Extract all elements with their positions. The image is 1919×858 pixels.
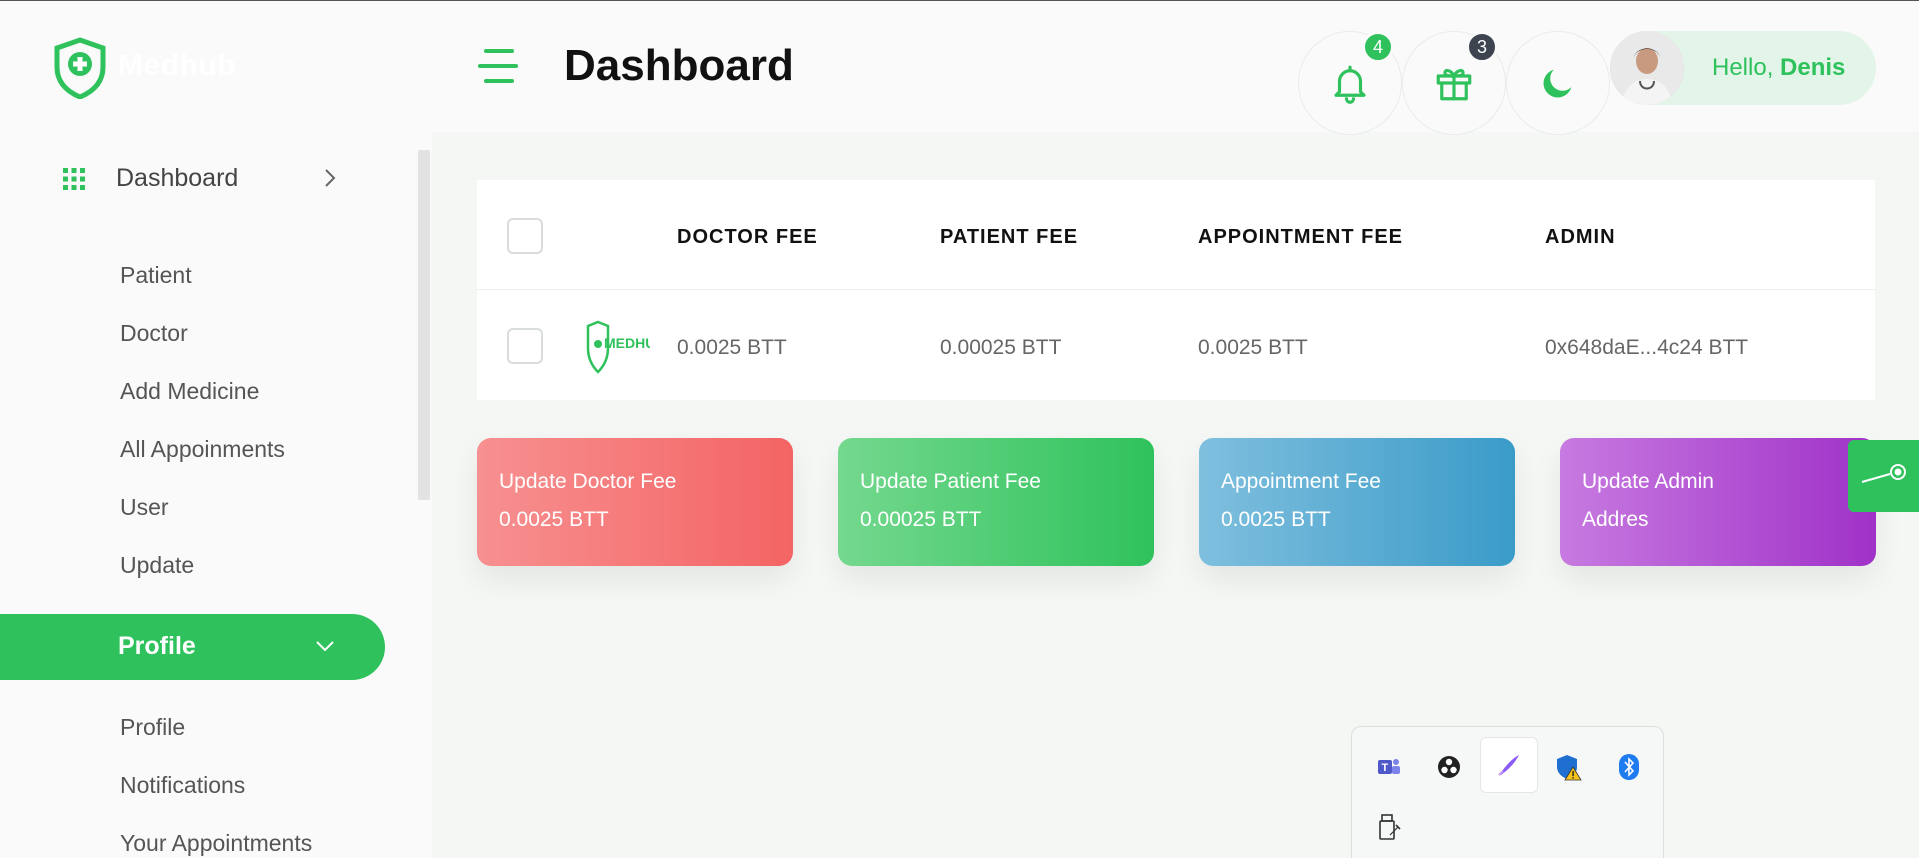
card-title: Appointment Fee: [1221, 470, 1381, 493]
menu-toggle-icon[interactable]: [478, 49, 518, 85]
column-header-admin: ADMIN: [1545, 226, 1616, 248]
defender-warning-icon[interactable]: [1540, 739, 1598, 795]
svg-text:T: T: [1382, 762, 1389, 774]
sidebar: [0, 132, 432, 858]
logo-text: Medhub: [118, 49, 236, 82]
row-checkbox[interactable]: [507, 328, 543, 364]
svg-text:MEDHUB: MEDHUB: [604, 335, 650, 351]
medhub-shield-logo[interactable]: [52, 37, 108, 99]
medhub-row-logo: MEDHUB: [586, 320, 650, 374]
sidebar-item-patient[interactable]: Patient: [120, 262, 192, 289]
select-all-checkbox[interactable]: [507, 218, 543, 254]
card-value: 0.0025 BTT: [499, 508, 609, 531]
gifts-button[interactable]: 3: [1402, 31, 1506, 135]
column-header-patient-fee: PATIENT FEE: [940, 226, 1079, 248]
sidebar-item-all-appointments[interactable]: All Appoinments: [120, 436, 285, 463]
settings-side-tab[interactable]: [1848, 440, 1919, 512]
usb-drive-icon[interactable]: [1360, 799, 1418, 855]
sidebar-item-profile[interactable]: Profile: [120, 714, 185, 741]
sidebar-item-label: Dashboard: [116, 164, 239, 192]
pen-icon[interactable]: [1480, 737, 1538, 793]
teams-icon[interactable]: T: [1360, 739, 1418, 795]
theme-toggle-button[interactable]: [1506, 31, 1610, 135]
card-value: Addres: [1582, 508, 1649, 531]
sidebar-item-dashboard[interactable]: Dashboard: [62, 164, 336, 193]
sidebar-item-user[interactable]: User: [120, 494, 169, 521]
chevron-down-icon: [316, 641, 334, 652]
fees-table: DOCTOR FEE PATIENT FEE APPOINTMENT FEE A…: [477, 180, 1875, 400]
sidebar-item-add-medicine[interactable]: Add Medicine: [120, 378, 259, 405]
column-header-appointment-fee: APPOINTMENT FEE: [1198, 226, 1404, 248]
card-title: Update Admin: [1582, 470, 1714, 493]
greeting: Hello, Denis: [1712, 54, 1846, 81]
page-title: Dashboard: [564, 41, 794, 90]
sidebar-item-update[interactable]: Update: [120, 552, 194, 579]
column-header-doctor-fee: DOCTOR FEE: [677, 226, 818, 248]
notifications-badge: 4: [1363, 32, 1393, 62]
cell-appointment-fee: 0.0025 BTT: [1198, 336, 1308, 359]
header: Medhub Dashboard 4 3 Hello, Denis: [0, 1, 1919, 135]
table-header-row: DOCTOR FEE PATIENT FEE APPOINTMENT FEE A…: [477, 180, 1875, 290]
cell-doctor-fee: 0.0025 BTT: [677, 336, 787, 359]
cell-patient-fee: 0.00025 BTT: [940, 336, 1062, 359]
card-title: Update Patient Fee: [860, 470, 1041, 493]
card-title: Update Doctor Fee: [499, 470, 677, 493]
cell-admin-address: 0x648daE...4c24 BTT: [1545, 336, 1749, 359]
sidebar-item-label: Profile: [118, 632, 196, 660]
wrench-gear-icon: [1861, 464, 1906, 483]
grid-icon: [63, 167, 85, 190]
card-value: 0.0025 BTT: [1221, 508, 1331, 531]
sidebar-scrollbar[interactable]: [418, 150, 430, 500]
moon-icon: [1543, 69, 1572, 98]
card-value: 0.00025 BTT: [860, 508, 982, 531]
notifications-button[interactable]: 4: [1298, 31, 1402, 135]
sidebar-item-profile-section[interactable]: Profile: [0, 614, 385, 680]
sidebar-item-notifications[interactable]: Notifications: [120, 772, 245, 799]
system-tray-overflow: T: [1351, 726, 1664, 858]
sidebar-item-your-appointments[interactable]: Your Appointments: [120, 830, 312, 857]
user-name: Denis: [1780, 54, 1846, 81]
obs-icon[interactable]: [1420, 739, 1478, 795]
update-doctor-fee-card[interactable]: Update Doctor Fee 0.0025 BTT: [477, 438, 793, 566]
update-admin-address-card[interactable]: Update Admin Addres: [1560, 438, 1876, 566]
avatar: [1610, 31, 1684, 105]
user-menu[interactable]: Hello, Denis: [1610, 31, 1876, 105]
bluetooth-icon[interactable]: [1600, 739, 1658, 795]
appointment-fee-card[interactable]: Appointment Fee 0.0025 BTT: [1199, 438, 1515, 566]
chevron-right-icon: [325, 169, 336, 187]
gifts-badge: 3: [1467, 32, 1497, 62]
update-patient-fee-card[interactable]: Update Patient Fee 0.00025 BTT: [838, 438, 1154, 566]
gift-icon: [1436, 68, 1472, 101]
sidebar-item-doctor[interactable]: Doctor: [120, 320, 188, 347]
bell-icon: [1334, 65, 1366, 104]
